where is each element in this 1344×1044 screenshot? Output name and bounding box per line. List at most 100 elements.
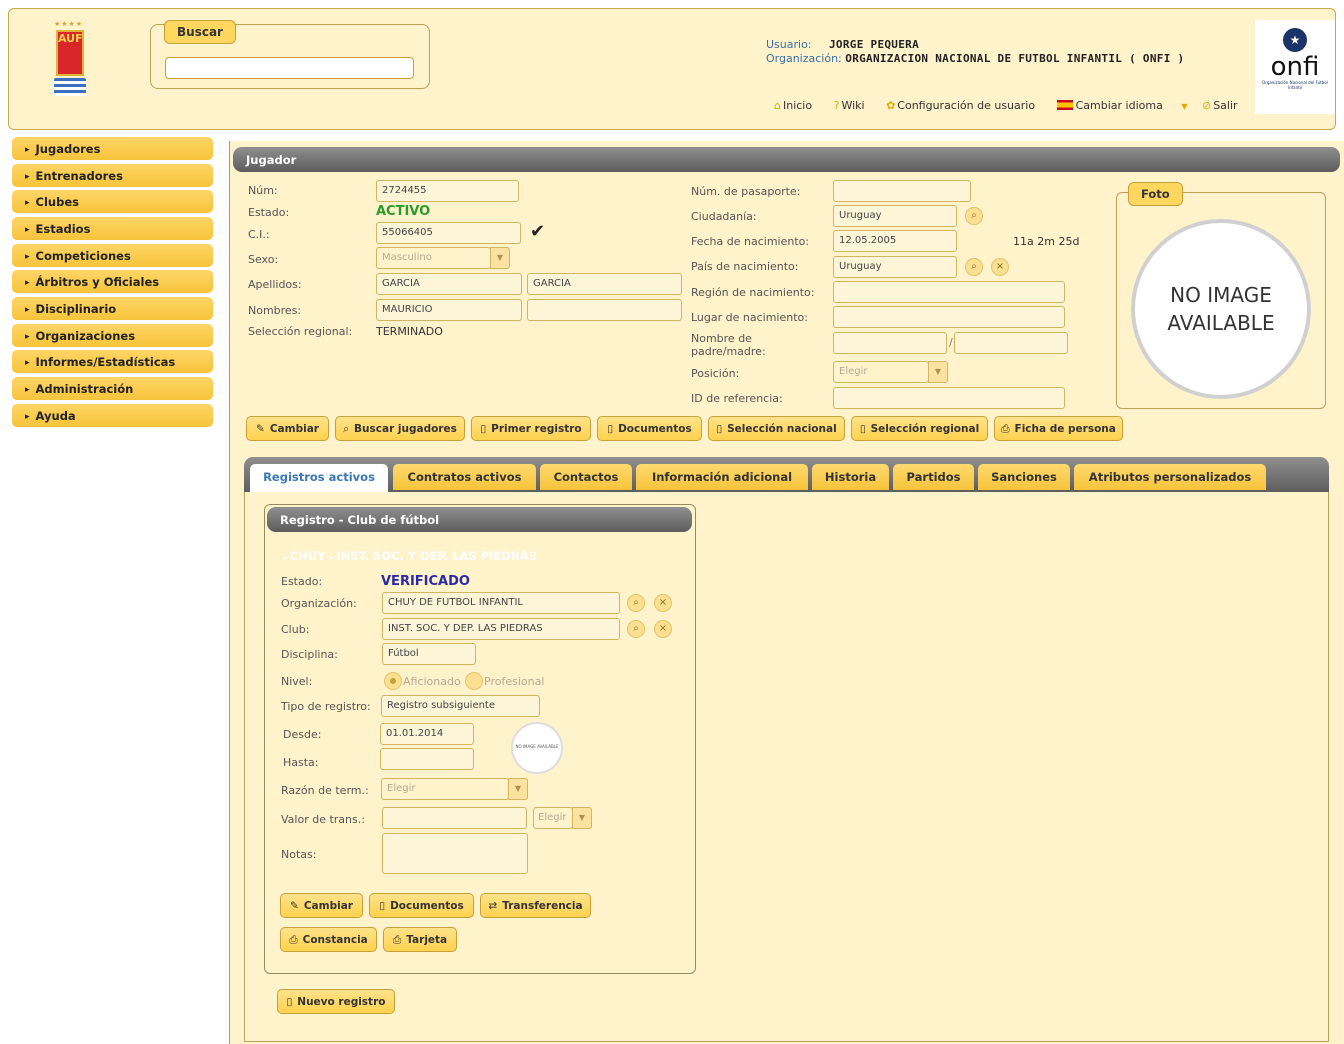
- apellido1-field[interactable]: GARCIA: [376, 273, 522, 295]
- wiki-link[interactable]: ? Wiki: [834, 99, 874, 112]
- chevron-down-icon[interactable]: ▼: [490, 247, 510, 269]
- padre2-field[interactable]: [954, 332, 1068, 354]
- sidebar-item-arbitros-y-oficiales[interactable]: Árbitros y Oficiales: [12, 270, 213, 293]
- nuevo-registro-button[interactable]: ▯ Nuevo registro: [277, 989, 395, 1014]
- reg-transferencia-button[interactable]: ⇄ Transferencia: [480, 893, 591, 918]
- tab-contratos-activos[interactable]: Contratos activos: [393, 464, 536, 490]
- reg-razon-select[interactable]: Elegir: [381, 778, 509, 800]
- home-link[interactable]: ⌂ Inicio: [774, 99, 821, 112]
- auf-logo[interactable]: ★★★★ AUF: [48, 20, 92, 100]
- reg-org-field[interactable]: CHUY DE FUTBOL INFANTIL: [382, 592, 620, 614]
- edit-icon: ✎: [290, 900, 299, 912]
- region-field[interactable]: [833, 281, 1065, 303]
- tab-informacion-adicional[interactable]: Información adicional: [636, 464, 808, 490]
- search-icon[interactable]: ⌕: [965, 258, 983, 276]
- breadcrumb-org[interactable]: CHUY: [290, 549, 326, 563]
- radio-profesional[interactable]: [465, 672, 483, 690]
- referencia-field[interactable]: [833, 387, 1065, 409]
- tab-contactos[interactable]: Contactos: [540, 464, 632, 490]
- reg-tarjeta-button[interactable]: ⎙ Tarjeta: [383, 927, 457, 952]
- registro-photo-placeholder[interactable]: NO IMAGE AVAILABLE: [511, 722, 563, 774]
- tab-registros-activos[interactable]: Registros activos: [250, 464, 388, 493]
- transfer-icon: ⇄: [488, 900, 498, 912]
- onfi-logo[interactable]: ★ onfi Organización Nacional del Fútbol …: [1255, 20, 1335, 114]
- label-reg-org: Organización:: [281, 597, 357, 610]
- chevron-down-icon[interactable]: ▼: [508, 778, 528, 800]
- player-title: Jugador: [233, 147, 1340, 172]
- posicion-select[interactable]: Elegir: [833, 361, 929, 383]
- pasaporte-field[interactable]: [833, 180, 971, 202]
- label-num: Núm:: [248, 184, 278, 197]
- pais-field[interactable]: Uruguay: [833, 256, 957, 278]
- reg-cambiar-button[interactable]: ✎ Cambiar: [280, 893, 363, 918]
- sexo-select[interactable]: Masculino: [376, 247, 491, 269]
- label-reg-valor: Valor de trans.:: [281, 813, 365, 826]
- reg-notas-field[interactable]: [382, 833, 528, 874]
- document-icon: ▯: [716, 423, 723, 435]
- reg-documentos-button[interactable]: ▯ Documentos: [369, 893, 474, 918]
- apellido2-field[interactable]: GARCIA: [527, 273, 682, 295]
- label-pasaporte: Núm. de pasaporte:: [691, 185, 801, 198]
- sidebar-item-ayuda[interactable]: Ayuda: [12, 404, 213, 427]
- sidebar-item-jugadores[interactable]: Jugadores: [12, 137, 213, 160]
- chevron-down-icon[interactable]: ▼: [572, 807, 592, 829]
- ci-field[interactable]: 55066405: [376, 222, 521, 244]
- lang-link[interactable]: Cambiar idioma ▼: [1056, 99, 1190, 112]
- tab-atributos[interactable]: Atributos personalizados: [1074, 464, 1266, 490]
- close-icon[interactable]: ×: [654, 594, 672, 612]
- sidebar-item-estadios[interactable]: Estadios: [12, 217, 213, 240]
- sidebar-item-entrenadores[interactable]: Entrenadores: [12, 164, 213, 187]
- fnac-field[interactable]: 12.05.2005: [833, 230, 957, 252]
- reg-tipo-field[interactable]: Registro subsiguiente: [381, 695, 540, 717]
- close-icon[interactable]: ×: [654, 620, 672, 638]
- documentos-button[interactable]: ▯ Documentos: [597, 416, 702, 441]
- chevron-down-icon[interactable]: ▼: [928, 361, 948, 383]
- seleccion-nacional-button[interactable]: ▯ Selección nacional: [708, 416, 845, 441]
- breadcrumb-club[interactable]: INST. SOC. Y DEP. LAS PIEDRAS: [336, 549, 537, 563]
- tab-sanciones[interactable]: Sanciones: [978, 464, 1070, 490]
- padre1-field[interactable]: [833, 332, 947, 354]
- primer-registro-button[interactable]: ▯ Primer registro: [471, 416, 591, 441]
- sidebar-item-clubes[interactable]: Clubes: [12, 190, 213, 213]
- tab-partidos[interactable]: Partidos: [893, 464, 974, 490]
- search-input[interactable]: [165, 57, 414, 79]
- label-reg-desde: Desde:: [283, 728, 322, 741]
- sidebar-item-organizaciones[interactable]: Organizaciones: [12, 324, 213, 347]
- nombre1-field[interactable]: MAURICIO: [376, 299, 522, 321]
- sidebar-item-informes-estadisticas[interactable]: Informes/Estadísticas: [12, 350, 213, 373]
- reg-club-field[interactable]: INST. SOC. Y DEP. LAS PIEDRAS: [382, 618, 620, 640]
- photo-placeholder[interactable]: NO IMAGE AVAILABLE: [1131, 219, 1311, 399]
- org-label: Organización:: [766, 52, 842, 65]
- label-lugar: Lugar de nacimiento:: [691, 311, 808, 324]
- buscar-jugadores-button[interactable]: ⌕ Buscar jugadores: [335, 416, 465, 441]
- age-value: 11a 2m 25d: [1013, 235, 1080, 248]
- reg-moneda-select[interactable]: Elegir: [533, 807, 573, 829]
- num-field[interactable]: 2724455: [376, 180, 519, 202]
- radio-aficionado[interactable]: [384, 672, 402, 690]
- search-title: Buscar: [164, 20, 236, 44]
- search-icon[interactable]: ⌕: [627, 594, 645, 612]
- status-badge: ACTIVO: [376, 204, 431, 219]
- search-icon[interactable]: ⌕: [627, 620, 645, 638]
- search-icon[interactable]: ⌕: [965, 207, 983, 225]
- reg-valor-field[interactable]: [382, 807, 527, 829]
- logout-link[interactable]: ⊘ Salir: [1202, 99, 1247, 112]
- lugar-field[interactable]: [833, 306, 1065, 328]
- label-apellidos: Apellidos:: [248, 278, 302, 291]
- ciudadania-field[interactable]: Uruguay: [833, 205, 957, 227]
- sidebar-item-disciplinario[interactable]: Disciplinario: [12, 297, 213, 320]
- cambiar-button[interactable]: ✎ Cambiar: [246, 416, 329, 441]
- ficha-persona-button[interactable]: ⎙ Ficha de persona: [994, 416, 1123, 441]
- sidebar-item-administracion[interactable]: Administración: [12, 377, 213, 400]
- tab-historia[interactable]: Historia: [812, 464, 889, 490]
- reg-disciplina-field[interactable]: Fútbol: [382, 643, 476, 665]
- seleccion-regional-button[interactable]: ▯ Selección regional: [851, 416, 988, 441]
- close-icon[interactable]: ×: [991, 258, 1009, 276]
- reg-hasta-field[interactable]: [380, 748, 474, 770]
- config-link[interactable]: ✿ Configuración de usuario: [886, 99, 1044, 112]
- document-icon: ▯: [607, 423, 614, 435]
- nombre2-field[interactable]: [527, 299, 682, 321]
- reg-constancia-button[interactable]: ⎙ Constancia: [280, 927, 377, 952]
- sidebar-item-competiciones[interactable]: Competiciones: [12, 244, 213, 267]
- reg-desde-field[interactable]: 01.01.2014: [380, 723, 474, 745]
